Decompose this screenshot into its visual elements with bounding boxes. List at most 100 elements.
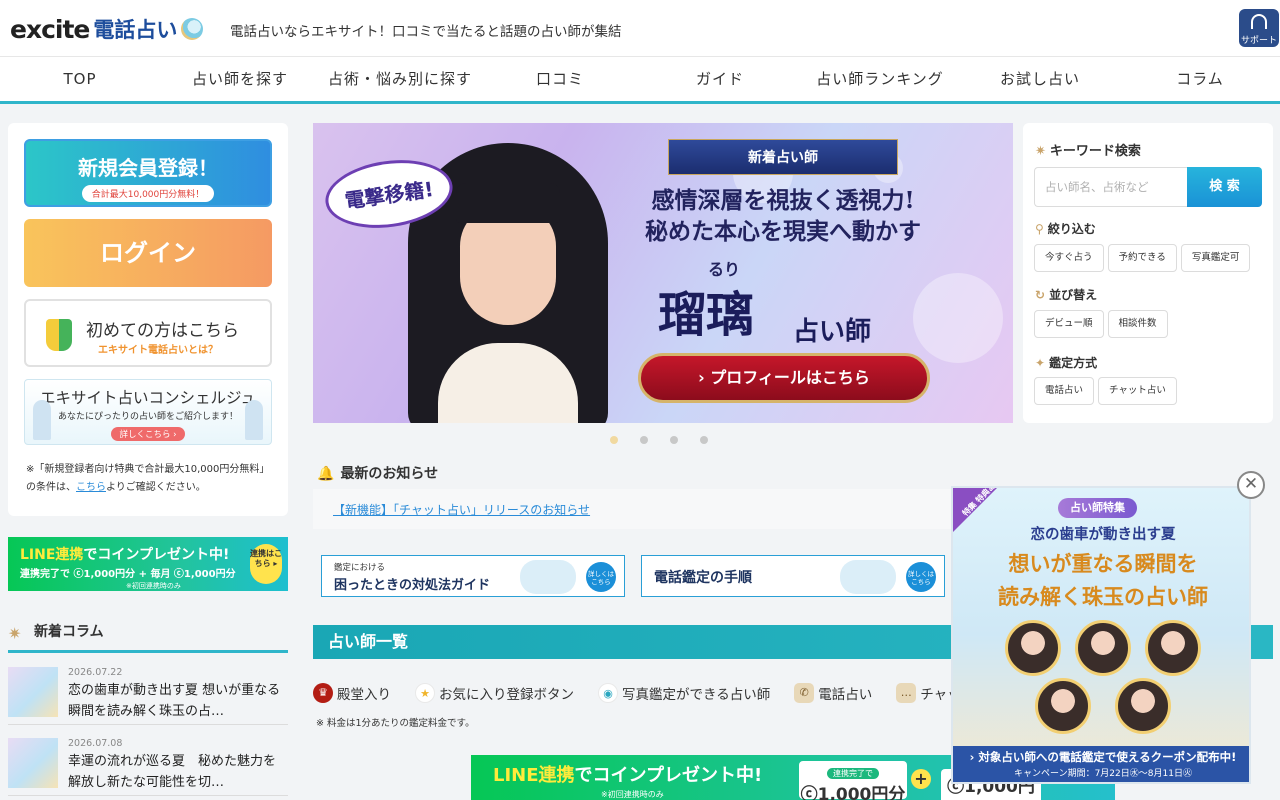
camera-icon: ◉ [598, 683, 618, 703]
hero-headline: 感情深層を視抜く透視力! 秘めた本心を現実へ動かす [618, 185, 948, 247]
guide-troubleshoot-banner[interactable]: 鑑定における 困ったときの対処法ガイド 詳しくはこちら [321, 555, 625, 597]
site-logo[interactable]: excite 電話占い [10, 12, 204, 46]
legend-hall-of-fame: ♛ 殿堂入り [313, 683, 391, 703]
people-illustration [840, 560, 896, 594]
fortune-teller-avatar [1075, 620, 1131, 676]
logo-service: 電話占い [93, 18, 178, 42]
fortune-teller-avatar [1145, 620, 1201, 676]
guide-procedure-banner[interactable]: 電話鑑定の手順 詳しくはこちら [641, 555, 945, 597]
headset-icon [1251, 14, 1267, 29]
method-chips: 電話占い チャット占い [1034, 377, 1177, 405]
filter-now[interactable]: 今すぐ占う [1034, 244, 1104, 272]
nav-find-fortune-teller[interactable]: 占い師を探す [160, 57, 320, 101]
feature-popup[interactable]: 特集 特典あり! 占い師特集 恋の歯車が動き出す夏 想いが重なる瞬間を 読み解く… [951, 486, 1251, 784]
search-button[interactable]: 検 索 [1187, 167, 1262, 207]
carousel-dot[interactable] [700, 436, 708, 444]
logo-excite: excite [10, 14, 90, 44]
popup-subtitle: 恋の歯車が動き出す夏 [1030, 527, 1176, 543]
column-item[interactable]: 2026.07.08 幸運の流れが巡る夏 秘めた魅力を解放し新たな可能性を切… [8, 736, 288, 796]
moon-icon [181, 18, 204, 40]
nav-column[interactable]: コラム [1120, 57, 1280, 101]
carousel-dot[interactable] [640, 436, 648, 444]
news-title: 最新のお知らせ [340, 466, 439, 482]
popup-period-text: キャンペーン期間：7月22日㊌～8月11日㊋ [1014, 769, 1192, 779]
register-button[interactable]: 新規会員登録！ 合計最大10,000円分無料！ [24, 139, 272, 207]
people-illustration [520, 560, 576, 594]
concierge-title: エキサイト占いコンシェルジュ [40, 389, 256, 407]
filter-reservable[interactable]: 予約できる [1107, 244, 1177, 272]
note-link[interactable]: こちら [76, 482, 106, 493]
popup-close-button[interactable]: ✕ [1237, 471, 1265, 499]
star-icon: ★ [415, 683, 435, 703]
popup-headline-line: 想いが重なる瞬間を [1008, 552, 1198, 576]
first-time-button[interactable]: 初めての方はこちら エキサイト電話占いとは？ [24, 299, 272, 367]
guide-small: 鑑定における [334, 563, 386, 573]
reward-amount: ⓒ1,000円分 [800, 785, 906, 800]
nav-top[interactable]: TOP [0, 57, 160, 101]
sort-debut[interactable]: デビュー順 [1034, 310, 1104, 338]
plus-icon: + [911, 769, 931, 789]
method-chat[interactable]: チャット占い [1098, 377, 1177, 405]
person-illustration [245, 400, 263, 440]
column-title: 恋の歯車が動き出す夏 想いが重なる瞬間を読み解く珠玉の占… [68, 683, 281, 719]
nav-by-method[interactable]: 占術・悩み別に探す [320, 57, 480, 101]
hero-name: 瑠璃 [658, 287, 755, 343]
carousel-dot[interactable] [670, 436, 678, 444]
news-link[interactable]: 【新機能】「チャット占い」リリースのお知らせ [333, 501, 590, 518]
hero-ribbon: 新着占い師 [668, 139, 898, 175]
guide-title: 電話鑑定の手順 [654, 570, 752, 586]
carousel-dots [610, 436, 708, 444]
profile-button[interactable]: › プロフィールはこちら [638, 353, 930, 403]
register-sub: 合計最大10,000円分無料！ [81, 185, 215, 202]
column-thumbnail [8, 667, 58, 717]
line-banner-note: ※初回連携時のみ [126, 582, 181, 590]
legend-phone: ✆ 電話占い [794, 683, 872, 703]
site-tagline: 電話占いならエキサイト！口コミで当たると話題の占い師が集結 [230, 24, 622, 40]
login-button[interactable]: ログイン [24, 219, 272, 287]
first-time-sub: エキサイト電話占いとは？ [98, 345, 218, 356]
search-panel: ✷キーワード検索 検 索 ⚲絞り込む 今すぐ占う 予約できる 写真鑑定可 ↻並び… [1023, 123, 1273, 423]
sort-consultations[interactable]: 相談件数 [1107, 310, 1168, 338]
hero-name-suffix: 占い師 [793, 317, 872, 347]
nav-ranking[interactable]: 占い師ランキング [800, 57, 960, 101]
method-phone[interactable]: 電話占い [1034, 377, 1095, 405]
support-label: サポート [1240, 36, 1277, 46]
legend-favorite: ★ お気に入り登録ボタン [415, 683, 574, 703]
popup-pill: 占い師特集 [1058, 498, 1137, 518]
search-icon: ⚲ [1035, 222, 1044, 236]
hero-banner[interactable]: 電撃移籍! 新着占い師 感情深層を視抜く透視力! 秘めた本心を現実へ動かす るり… [313, 123, 1013, 423]
register-label: 新規会員登録！ [78, 156, 218, 180]
carousel-dot[interactable] [610, 436, 618, 444]
column-date: 2026.07.08 [68, 738, 123, 749]
keyword-search-heading: ✷ キーワード検索 [1035, 144, 1141, 159]
guide-more-button: 詳しくはこちら [906, 562, 936, 592]
filter-photo[interactable]: 写真鑑定可 [1180, 244, 1251, 272]
new-columns-heading: ✷ 新着コラム [8, 621, 288, 653]
sparkle-icon: ✷ [8, 624, 22, 643]
crown-icon: ♛ [313, 683, 333, 703]
filter-heading: ⚲ 絞り込む [1035, 222, 1096, 236]
concierge-banner[interactable]: エキサイト占いコンシェルジュ あなたにぴったりの占い師をご紹介します！ 詳しくこ… [24, 379, 272, 445]
nav-reviews[interactable]: 口コミ [480, 57, 640, 101]
support-button[interactable]: サポート [1239, 9, 1279, 47]
person-illustration [33, 400, 51, 440]
sparkle-icon: ✷ [1035, 144, 1046, 159]
method-heading: ✦ 鑑定方式 [1035, 356, 1098, 370]
chat-icon: … [896, 683, 917, 703]
list-legend: ♛殿堂入り ★お気に入り登録ボタン ◉写真鑑定ができる占い師 ✆電話占い …チャ… [313, 683, 1025, 703]
line-banner-reward: 連携完了で ⓒ1,000円分 + 毎月 ⓒ1,000円分 [20, 569, 236, 580]
hero-headline-line: 秘めた本心を現実へ動かす [645, 218, 921, 245]
column-thumbnail [8, 738, 58, 788]
news-list: 【新機能】「チャット占い」リリースのお知らせ [313, 489, 963, 529]
search-input[interactable] [1034, 167, 1188, 207]
refresh-icon: ↻ [1035, 288, 1046, 302]
line-campaign-banner[interactable]: LINE連携でコインプレゼント中! 連携完了で ⓒ1,000円分 + 毎月 ⓒ1… [8, 537, 288, 591]
nav-guide[interactable]: ガイド [640, 57, 800, 101]
column-title: 幸運の流れが巡る夏 秘めた魅力を解放し新たな可能性を切… [68, 754, 277, 790]
nav-trial[interactable]: お試し占い [960, 57, 1120, 101]
site-header: excite 電話占い 電話占いならエキサイト！口コミで当たると話題の占い師が集… [0, 0, 1280, 56]
line-banner-button: 連携はこちら ▸ [250, 544, 282, 584]
campaign-note: ※「新規登録者向け特典で合計最大10,000円分無料」の条件は、こちらよりご確認… [26, 461, 276, 497]
column-date: 2026.07.22 [68, 667, 123, 678]
column-item[interactable]: 2026.07.22 恋の歯車が動き出す夏 想いが重なる瞬間を読み解く珠玉の占… [8, 665, 288, 725]
